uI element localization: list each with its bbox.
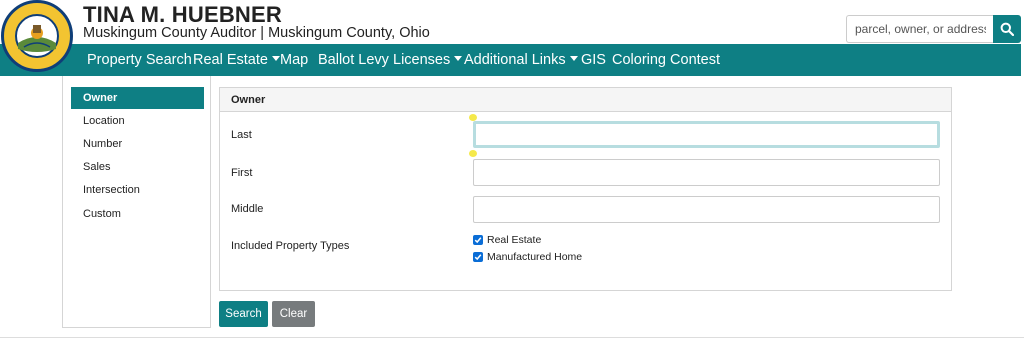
card-heading: Owner bbox=[220, 88, 951, 112]
sidebar-item-intersection[interactable]: Intersection bbox=[71, 179, 204, 201]
search-submit-button[interactable]: Search bbox=[219, 301, 268, 327]
nav-ballot-levy[interactable]: Ballot Levy bbox=[318, 44, 389, 76]
sidebar-item-number[interactable]: Number bbox=[71, 133, 204, 155]
nav-real-estate[interactable]: Real Estate bbox=[193, 44, 280, 76]
page-subtitle: Muskingum County Auditor | Muskingum Cou… bbox=[83, 25, 430, 41]
property-types-label: Included Property Types bbox=[231, 240, 350, 252]
real-estate-checkbox[interactable] bbox=[473, 235, 483, 245]
page-header: TINA M. HUEBNER Muskingum County Auditor… bbox=[0, 0, 1024, 72]
middle-name-field[interactable] bbox=[473, 196, 940, 223]
nav-additional-links[interactable]: Additional Links bbox=[464, 44, 578, 76]
first-name-field[interactable] bbox=[473, 159, 940, 186]
clear-button[interactable]: Clear bbox=[272, 301, 315, 327]
real-estate-checkbox-row[interactable]: Real Estate bbox=[473, 234, 541, 246]
real-estate-checkbox-label: Real Estate bbox=[487, 234, 542, 246]
manufactured-home-checkbox-row[interactable]: Manufactured Home bbox=[473, 251, 582, 263]
chevron-down-icon bbox=[454, 56, 463, 61]
sidebar-item-sales[interactable]: Sales bbox=[71, 156, 204, 178]
footer-divider bbox=[0, 337, 1024, 338]
nav-coloring-contest[interactable]: Coloring Contest bbox=[612, 44, 720, 76]
first-name-label: First bbox=[231, 167, 253, 179]
county-seal-logo[interactable] bbox=[1, 0, 73, 72]
manufactured-home-checkbox-label: Manufactured Home bbox=[487, 251, 583, 263]
sidebar-item-location[interactable]: Location bbox=[71, 110, 204, 132]
last-name-field[interactable] bbox=[473, 121, 940, 148]
manufactured-home-checkbox[interactable] bbox=[473, 252, 483, 262]
check-icon bbox=[474, 254, 482, 261]
owner-search-card: Owner Last First Middle Included Propert… bbox=[219, 87, 952, 291]
nav-gis[interactable]: GIS bbox=[581, 44, 606, 76]
main-nav: Property Search Real Estate Map Ballot L… bbox=[0, 44, 1021, 76]
chevron-down-icon bbox=[569, 56, 578, 61]
search-type-sidebar: Owner Location Number Sales Intersection… bbox=[62, 76, 211, 328]
sidebar-item-owner[interactable]: Owner bbox=[71, 87, 204, 109]
global-search-input[interactable] bbox=[846, 15, 994, 43]
middle-name-label: Middle bbox=[231, 203, 264, 215]
sidebar-item-custom[interactable]: Custom bbox=[71, 203, 204, 225]
search-button[interactable] bbox=[993, 15, 1021, 43]
nav-property-search[interactable]: Property Search bbox=[87, 44, 192, 76]
last-name-label: Last bbox=[231, 129, 252, 141]
focus-marker bbox=[469, 150, 477, 157]
search-icon bbox=[1000, 22, 1014, 36]
chevron-down-icon bbox=[271, 56, 280, 61]
focus-marker bbox=[469, 114, 477, 121]
nav-map[interactable]: Map bbox=[280, 44, 308, 76]
check-icon bbox=[474, 237, 482, 244]
nav-licenses[interactable]: Licenses bbox=[393, 44, 463, 76]
